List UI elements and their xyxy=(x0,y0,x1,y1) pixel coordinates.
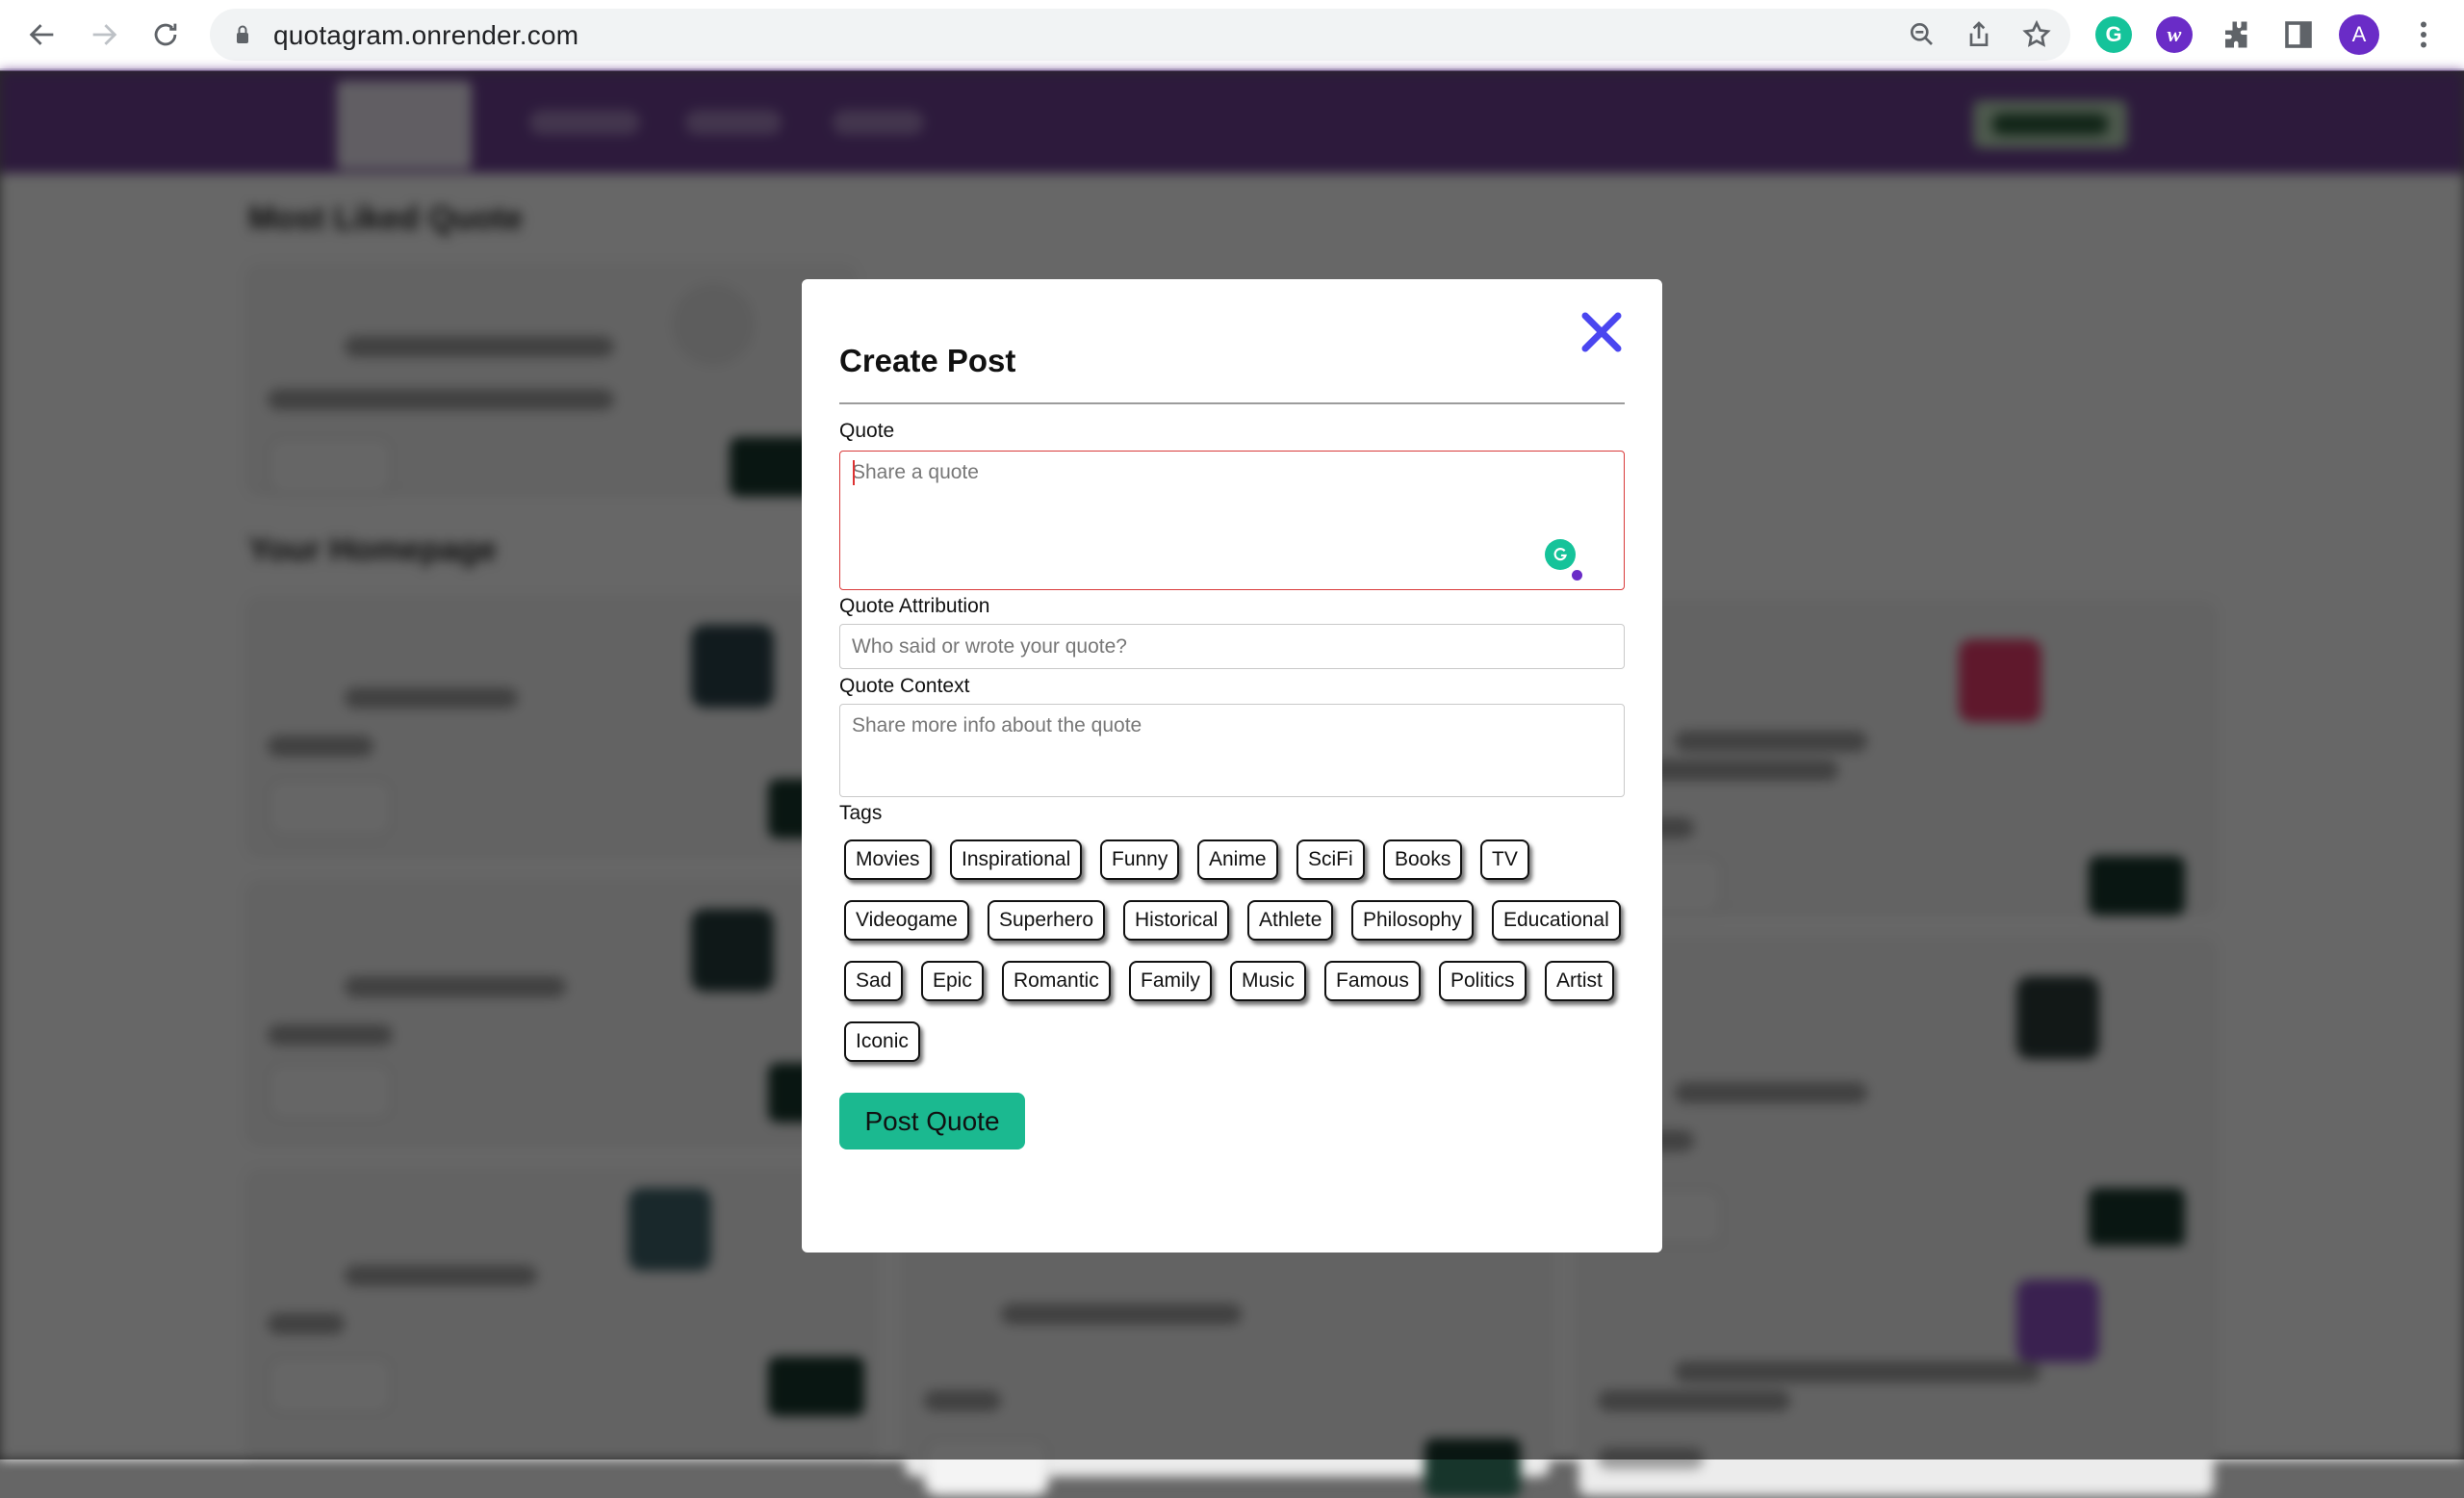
star-icon[interactable] xyxy=(2021,19,2052,50)
address-bar[interactable]: quotagram.onrender.com xyxy=(210,9,2070,61)
tag-funny[interactable]: Funny xyxy=(1100,839,1180,880)
grammarly-widget-icon[interactable] xyxy=(1545,539,1576,570)
lock-icon[interactable] xyxy=(231,23,254,46)
side-panel-icon[interactable] xyxy=(2281,17,2316,52)
text-caret xyxy=(853,460,855,485)
tags-label: Tags xyxy=(839,802,883,824)
modal-title: Create Post xyxy=(839,343,1016,378)
tag-historical[interactable]: Historical xyxy=(1123,900,1230,941)
tag-tv[interactable]: TV xyxy=(1480,839,1529,880)
back-button[interactable] xyxy=(23,15,62,54)
tag-inspirational[interactable]: Inspirational xyxy=(950,839,1083,880)
tag-superhero[interactable]: Superhero xyxy=(988,900,1106,941)
context-label: Quote Context xyxy=(839,675,970,697)
tag-educational[interactable]: Educational xyxy=(1492,900,1621,941)
forward-button[interactable] xyxy=(85,15,123,54)
reload-button[interactable] xyxy=(146,15,185,54)
tag-epic[interactable]: Epic xyxy=(921,961,984,1001)
title-divider xyxy=(839,402,1625,404)
tag-movies[interactable]: Movies xyxy=(844,839,932,880)
tag-philosophy[interactable]: Philosophy xyxy=(1351,900,1474,941)
kebab-menu-icon[interactable] xyxy=(2406,17,2441,52)
share-icon[interactable] xyxy=(1964,19,1994,50)
puzzle-icon[interactable] xyxy=(2220,17,2254,52)
arrow-right-icon xyxy=(92,24,117,45)
profile-avatar[interactable]: A xyxy=(2339,14,2379,55)
arrow-left-icon xyxy=(29,24,54,45)
tag-videogame[interactable]: Videogame xyxy=(844,900,969,941)
zoom-out-icon[interactable] xyxy=(1907,19,1938,50)
quote-textarea[interactable] xyxy=(839,451,1625,590)
tag-family[interactable]: Family xyxy=(1129,961,1212,1001)
attribution-label: Quote Attribution xyxy=(839,595,990,617)
grammarly-icon[interactable]: G xyxy=(2095,16,2132,53)
tag-anime[interactable]: Anime xyxy=(1197,839,1278,880)
tag-famous[interactable]: Famous xyxy=(1324,961,1421,1001)
close-x-icon[interactable] xyxy=(1578,308,1626,356)
browser-toolbar: quotagram.onrender.com G w A xyxy=(0,0,2464,70)
tag-iconic[interactable]: Iconic xyxy=(844,1021,920,1062)
tag-romantic[interactable]: Romantic xyxy=(1002,961,1111,1001)
tag-sad[interactable]: Sad xyxy=(844,961,904,1001)
w-extension-icon[interactable]: w xyxy=(2156,16,2193,53)
post-quote-button[interactable]: Post Quote xyxy=(839,1093,1025,1149)
tag-athlete[interactable]: Athlete xyxy=(1247,900,1334,941)
url-text[interactable]: quotagram.onrender.com xyxy=(273,20,578,51)
context-textarea[interactable] xyxy=(839,704,1625,797)
status-dot-icon xyxy=(1572,570,1582,581)
tag-artist[interactable]: Artist xyxy=(1545,961,1614,1001)
tag-music[interactable]: Music xyxy=(1230,961,1306,1001)
reload-icon xyxy=(154,23,177,46)
create-post-modal: Create Post Quote Quote Attribution Quot… xyxy=(802,279,1662,1253)
tag-politics[interactable]: Politics xyxy=(1439,961,1527,1001)
tag-scifi[interactable]: SciFi xyxy=(1296,839,1365,880)
attribution-input[interactable] xyxy=(839,624,1625,669)
tag-books[interactable]: Books xyxy=(1383,839,1463,880)
quote-label: Quote xyxy=(839,420,895,442)
